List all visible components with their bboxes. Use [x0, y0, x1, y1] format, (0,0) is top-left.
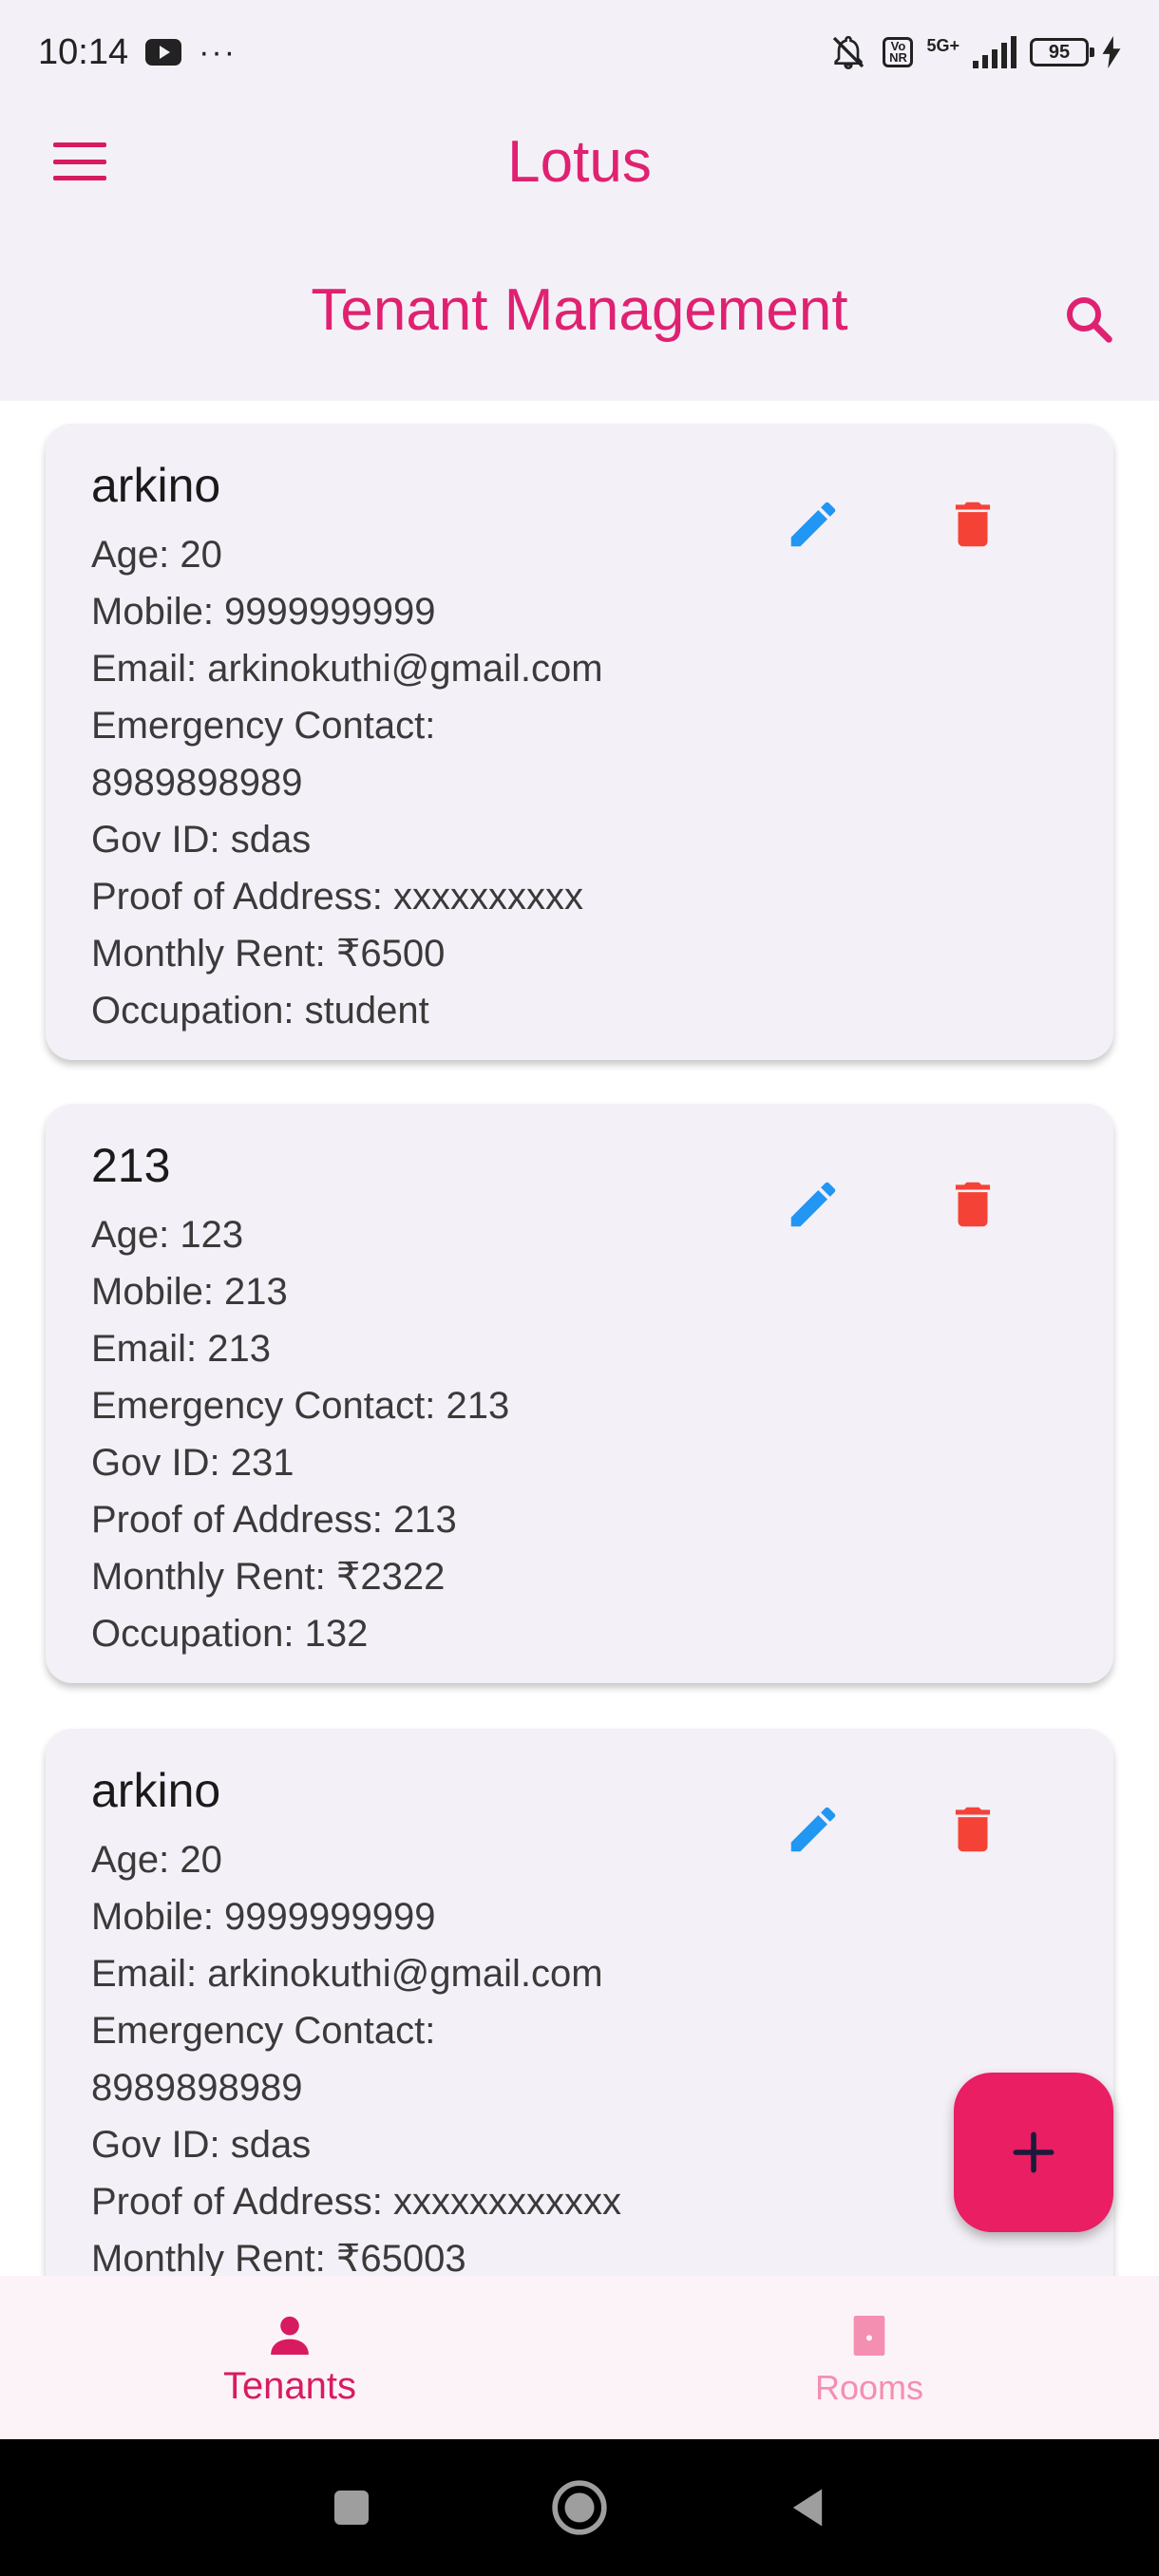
- charging-icon: [1102, 36, 1121, 68]
- tenant-occupation: Occupation: student: [91, 990, 429, 1032]
- tenant-list[interactable]: arkino Age: 20 Mobile: 9999999999 Email:…: [0, 401, 1159, 2276]
- tenant-rent: Monthly Rent: ₹65003: [91, 2238, 466, 2276]
- tenant-mobile: Mobile: 9999999999: [91, 1896, 436, 1938]
- status-time: 10:14: [38, 31, 129, 72]
- tenant-email: Email: arkinokuthi@gmail.com: [91, 648, 603, 690]
- search-icon[interactable]: [1060, 291, 1117, 348]
- system-nav-bar: [0, 2439, 1159, 2576]
- card-actions: [777, 488, 1009, 560]
- door-icon: [853, 2316, 885, 2356]
- nav-tenants-label: Tenants: [222, 2364, 357, 2407]
- tenant-emergency: Emergency Contact: 213: [91, 1385, 510, 1427]
- bottom-nav: Tenants Rooms: [0, 2276, 1159, 2439]
- page-header: Tenant Management: [0, 218, 1159, 401]
- app-title: Lotus: [507, 128, 652, 195]
- tenant-rent: Monthly Rent: ₹6500: [91, 933, 446, 975]
- recents-button[interactable]: [314, 2470, 390, 2546]
- app-bar: Lotus: [0, 104, 1159, 218]
- overflow-dots: ···: [199, 33, 238, 70]
- tenant-email: Email: arkinokuthi@gmail.com: [91, 1953, 603, 1995]
- back-button[interactable]: [770, 2470, 846, 2546]
- add-tenant-button[interactable]: [954, 2073, 1113, 2232]
- edit-icon[interactable]: [777, 1168, 849, 1241]
- status-bar: 10:14 ··· Vo NR 5G+ 95: [0, 0, 1159, 104]
- tenant-mobile: Mobile: 213: [91, 1271, 288, 1313]
- tenant-card: 213 Age: 123 Mobile: 213 Email: 213 Emer…: [46, 1104, 1113, 1683]
- tenant-emergency-value: 8989898989: [91, 2067, 303, 2109]
- youtube-icon: [145, 39, 182, 66]
- network-type: 5G+: [926, 35, 960, 55]
- tenant-rent: Monthly Rent: ₹2322: [91, 1556, 446, 1598]
- battery-level: 95: [1048, 41, 1071, 63]
- volte-icon: Vo NR: [883, 37, 914, 67]
- tenant-card: arkino Age: 20 Mobile: 9999999999 Email:…: [46, 424, 1113, 1060]
- tenant-proof-address: Proof of Address: xxxxxxxxxxxx: [91, 2181, 621, 2223]
- tenant-gov-id: Gov ID: sdas: [91, 819, 312, 861]
- nav-tenants[interactable]: Tenants: [0, 2276, 580, 2439]
- nav-rooms[interactable]: Rooms: [580, 2276, 1159, 2439]
- plus-icon: [1013, 2131, 1054, 2173]
- status-right: Vo NR 5G+ 95: [827, 33, 1121, 71]
- signal-icon: [973, 36, 1016, 68]
- edit-icon[interactable]: [777, 488, 849, 560]
- tenant-proof-address: Proof of Address: xxxxxxxxxx: [91, 876, 583, 918]
- tenant-mobile: Mobile: 9999999999: [91, 591, 436, 633]
- person-icon: [271, 2316, 309, 2355]
- tenant-gov-id: Gov ID: sdas: [91, 2124, 312, 2166]
- tenant-email: Email: 213: [91, 1328, 271, 1370]
- delete-icon[interactable]: [937, 488, 1009, 560]
- tenant-emergency-label: Emergency Contact:: [91, 2010, 436, 2052]
- battery-icon: 95: [1030, 38, 1094, 66]
- mute-icon: [827, 33, 869, 71]
- delete-icon[interactable]: [937, 1793, 1009, 1866]
- menu-icon[interactable]: [53, 142, 106, 180]
- edit-icon[interactable]: [777, 1793, 849, 1866]
- delete-icon[interactable]: [937, 1168, 1009, 1241]
- status-left: 10:14 ···: [38, 32, 237, 73]
- page-title: Tenant Management: [311, 276, 848, 343]
- tenant-proof-address: Proof of Address: 213: [91, 1499, 457, 1541]
- tenant-occupation: Occupation: 132: [91, 1613, 369, 1655]
- card-actions: [777, 1793, 1009, 1866]
- tenant-emergency-value: 8989898989: [91, 762, 303, 804]
- tenant-emergency-label: Emergency Contact:: [91, 705, 436, 747]
- card-actions: [777, 1168, 1009, 1241]
- home-button[interactable]: [542, 2470, 618, 2546]
- tenant-gov-id: Gov ID: 231: [91, 1442, 294, 1484]
- nav-rooms-label: Rooms: [814, 2368, 924, 2407]
